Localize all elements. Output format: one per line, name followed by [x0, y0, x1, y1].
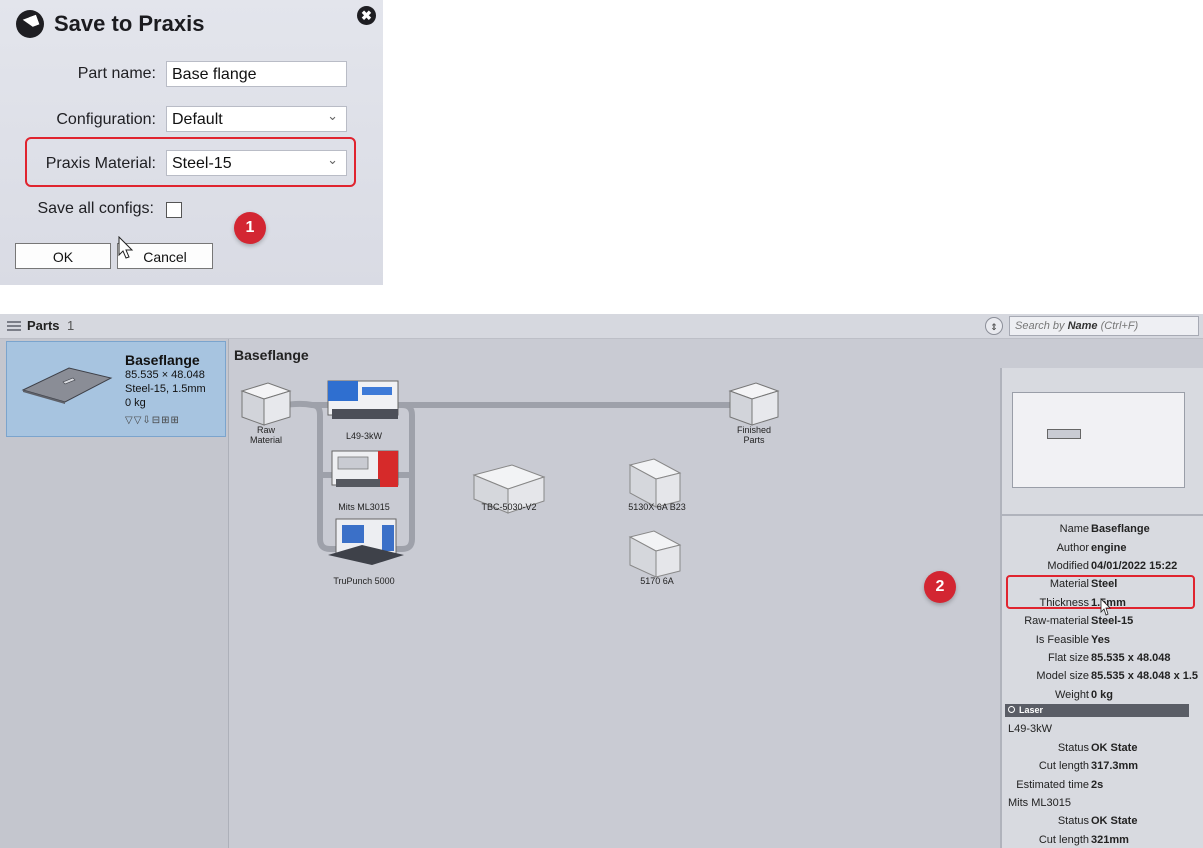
search-input[interactable]: Search by Name (Ctrl+F) — [1009, 316, 1199, 336]
mits-ml3015-machine-icon[interactable] — [331, 450, 399, 487]
part-card-weight: 0 kg — [125, 397, 146, 409]
material-highlight-box — [25, 137, 356, 187]
part-name-input[interactable]: Base flange — [166, 61, 347, 87]
finished-parts-bin-icon[interactable] — [728, 382, 780, 426]
finished-parts-label: Finished Parts — [736, 425, 772, 445]
save-all-configs-label: Save all configs: — [37, 200, 154, 217]
parts-list-panel: Baseflange 85.535 × 48.048 Steel-15, 1.5… — [0, 339, 229, 848]
part-preview-shape — [1047, 429, 1081, 439]
parts-header: Parts — [27, 318, 60, 333]
trupunch-5000-label: TruPunch 5000 — [333, 576, 395, 586]
mits-ml3015-label: Mits ML3015 — [338, 502, 390, 512]
5170-6a-label: 5170 6A — [640, 576, 674, 586]
l49-3kw-label: L49-3kW — [345, 431, 382, 441]
dialog-title-bar: Save to Praxis — [16, 10, 204, 38]
praxis-logo-icon — [16, 10, 44, 38]
callout-badge-1: 1 — [234, 212, 266, 244]
mouse-cursor-icon-2 — [1100, 598, 1111, 616]
mouse-cursor-icon — [118, 236, 134, 259]
praxis-main-window: Parts 1 ⇕ Search by Name (Ctrl+F) Basefl… — [0, 314, 1203, 848]
dialog-title: Save to Praxis — [54, 11, 205, 36]
part-card-material: Steel-15, 1.5mm — [125, 383, 206, 395]
5130x-press-brake-icon[interactable] — [628, 458, 682, 508]
search-placeholder-bold: Name — [1067, 320, 1098, 332]
part-name-label: Part name: — [77, 65, 156, 82]
part-card-baseflange[interactable]: Baseflange 85.535 × 48.048 Steel-15, 1.5… — [6, 341, 226, 437]
save-to-praxis-dialog: Save to Praxis ✖ Part name: Base flange … — [0, 0, 383, 285]
panel-divider — [1002, 514, 1203, 516]
laser-machine-2: Mits ML3015 — [1008, 797, 1071, 809]
search-placeholder-suffix: (Ctrl+F) — [1100, 320, 1139, 332]
configuration-value: Default — [172, 111, 223, 128]
parts-count: 1 — [67, 318, 75, 333]
5130x-6a-b23-label: 5130X 6A B23 — [628, 502, 686, 512]
properties-panel: Name Baseflange Author engine Modified 04/0… — [1000, 368, 1203, 848]
raw-material-label: Raw Material — [249, 425, 282, 445]
search-placeholder-prefix: Search by — [1015, 320, 1065, 332]
trupunch-5000-machine-icon[interactable] — [328, 518, 404, 565]
hamburger-menu-icon[interactable] — [7, 321, 21, 331]
process-flow-diagram — [240, 380, 780, 578]
save-all-configs-checkbox[interactable] — [166, 202, 182, 218]
l49-laser-machine-icon[interactable] — [327, 380, 399, 419]
laser-section-header[interactable]: Laser — [1005, 704, 1189, 717]
part-card-dims: 85.535 × 48.048 — [125, 369, 205, 381]
raw-material-bin-icon[interactable] — [240, 382, 292, 426]
5170-press-brake-icon[interactable] — [628, 530, 682, 578]
part-card-name: Baseflange — [125, 352, 200, 368]
part-preview — [1012, 392, 1185, 488]
tbc-5030-v2-label: TBC-5030-V2 — [481, 502, 537, 512]
configuration-select[interactable]: Default — [166, 103, 347, 132]
sort-toggle-icon[interactable]: ⇕ — [985, 317, 1003, 335]
laser-machine-1: L49-3kW — [1008, 723, 1053, 735]
part-card-process-icons: ▽▽⇩⊟⊞⊞ — [125, 415, 180, 426]
configuration-label: Configuration: — [56, 111, 156, 128]
flow-title: Baseflange — [234, 347, 309, 363]
ok-button[interactable]: OK — [15, 243, 111, 269]
part-thumbnail-icon — [21, 367, 113, 404]
callout-badge-2: 2 — [924, 571, 956, 603]
close-icon[interactable]: ✖ — [357, 6, 376, 25]
top-bar: Parts 1 ⇕ Search by Name (Ctrl+F) — [0, 314, 1203, 339]
